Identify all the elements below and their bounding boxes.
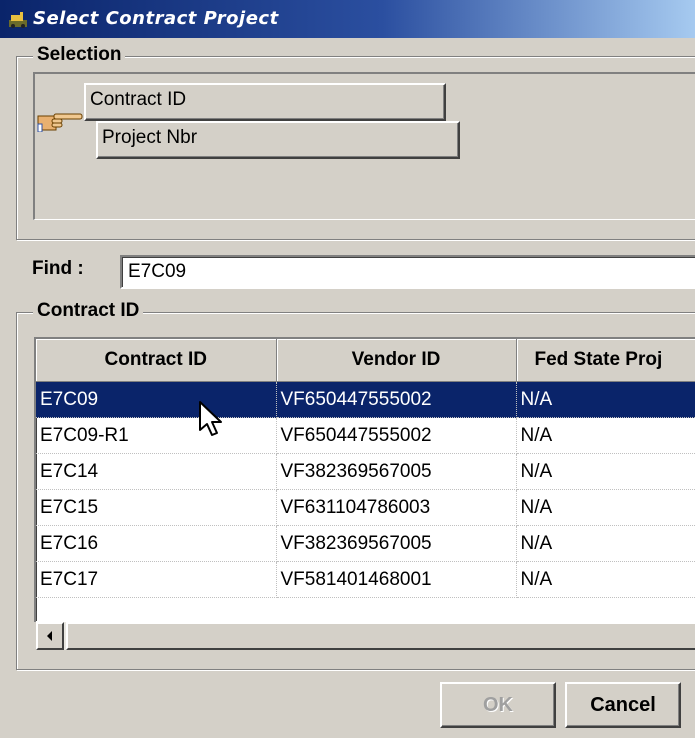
title-bar[interactable]: Select Contract Project [0, 0, 695, 38]
grid-header: Contract ID Vendor ID Fed State Proj [36, 339, 695, 382]
cell-fed-state-proj: N/A [516, 489, 695, 526]
column-header-vendor-id[interactable]: Vendor ID [276, 339, 517, 382]
cell-fed-state-proj: N/A [516, 525, 695, 562]
table-row[interactable]: E7C14 VF382369567005 N/A [36, 453, 695, 490]
cell-vendor-id: VF382369567005 [276, 453, 517, 490]
table-row[interactable]: E7C15 VF631104786003 N/A [36, 489, 695, 526]
cell-vendor-id: VF631104786003 [276, 489, 517, 526]
cell-vendor-id: VF650447555002 [276, 381, 517, 418]
sort-contract-id-button[interactable]: Contract ID [84, 83, 446, 121]
table-row[interactable]: E7C16 VF382369567005 N/A [36, 525, 695, 562]
ok-button[interactable]: OK [440, 682, 556, 728]
find-input[interactable] [120, 255, 695, 289]
app-icon [9, 12, 27, 28]
cell-contract-id: E7C16 [36, 525, 277, 562]
table-row[interactable]: E7C17 VF581401468001 N/A [36, 561, 695, 598]
sort-project-nbr-button[interactable]: Project Nbr [96, 121, 460, 159]
find-label: Find : [32, 258, 84, 279]
table-row[interactable]: E7C09 VF650447555002 N/A [36, 381, 695, 418]
cell-contract-id: E7C14 [36, 453, 277, 490]
cell-vendor-id: VF650447555002 [276, 417, 517, 454]
table-row[interactable]: E7C09-R1 VF650447555002 N/A [36, 417, 695, 454]
results-grid[interactable]: Contract ID Vendor ID Fed State Proj E7C… [34, 337, 695, 622]
window-title: Select Contract Project [33, 8, 279, 29]
horizontal-scrollbar[interactable] [36, 621, 695, 650]
arrow-left-icon [47, 631, 52, 641]
cell-contract-id: E7C17 [36, 561, 277, 598]
cell-contract-id: E7C15 [36, 489, 277, 526]
cell-vendor-id: VF382369567005 [276, 525, 517, 562]
cell-fed-state-proj: N/A [516, 417, 695, 454]
selection-legend: Selection [33, 44, 126, 66]
mouse-cursor-icon [199, 401, 222, 436]
scroll-left-button[interactable] [36, 622, 64, 650]
cell-contract-id: E7C09-R1 [36, 417, 277, 454]
column-header-contract-id[interactable]: Contract ID [36, 339, 277, 382]
cancel-button[interactable]: Cancel [565, 682, 681, 728]
hand-pointer-icon [37, 113, 83, 132]
cell-vendor-id: VF581401468001 [276, 561, 517, 598]
scroll-thumb[interactable] [66, 622, 695, 650]
cell-fed-state-proj: N/A [516, 453, 695, 490]
cell-contract-id: E7C09 [36, 381, 277, 418]
cell-fed-state-proj: N/A [516, 381, 695, 418]
results-legend: Contract ID [33, 300, 144, 322]
cell-fed-state-proj: N/A [516, 561, 695, 598]
column-header-fed-state-proj[interactable]: Fed State Proj [516, 339, 695, 382]
